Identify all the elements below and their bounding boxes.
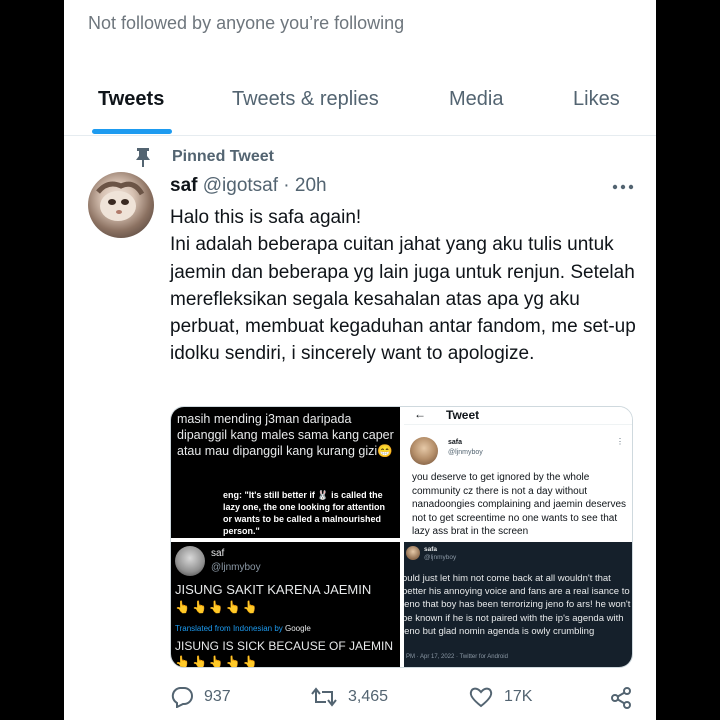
retweet-icon	[311, 687, 337, 707]
image-translated-text: JISUNG IS SICK BECAUSE OF JAEMIN	[175, 639, 394, 653]
retweet-count: 3,465	[348, 688, 389, 705]
pinned-label: Pinned Tweet	[172, 148, 274, 165]
image-author-handle: @ljnmyboy	[211, 562, 261, 573]
translation-note: Translated from Indonesian by Google	[175, 624, 311, 633]
image-author-name: safa	[448, 439, 463, 446]
avatar[interactable]	[88, 172, 154, 238]
pinned-indicator: Pinned Tweet	[134, 146, 274, 168]
more-icon: ⋮	[616, 437, 624, 446]
image-translation: eng: "It's still better if 🐰 is called t…	[223, 490, 386, 536]
reply-button[interactable]: 937	[170, 686, 231, 708]
profile-screen: Not followed by anyone you’re following …	[64, 0, 656, 720]
pointing-emoji-row: 👆👆👆👆👆	[175, 600, 260, 614]
avatar	[410, 437, 438, 465]
media-image-4[interactable]: safa @ljnmyboy ould just let him not com…	[404, 542, 632, 667]
image-header: ← Tweet	[404, 407, 632, 425]
tweet-text: Halo this is safa again! Ini adalah bebe…	[170, 204, 640, 368]
avatar-image	[96, 181, 145, 221]
profile-tabs: Tweets Tweets & replies Media Likes	[64, 84, 656, 136]
tab-tweets[interactable]: Tweets	[98, 88, 164, 111]
tab-media[interactable]: Media	[449, 88, 503, 111]
retweet-button[interactable]: 3,465	[310, 686, 388, 708]
tweet-text-line: Ini adalah beberapa cuitan jahat yang ak…	[170, 234, 636, 365]
tab-tweets-replies[interactable]: Tweets & replies	[232, 88, 379, 111]
image-author-name: safa	[424, 546, 438, 553]
share-button[interactable]	[609, 686, 643, 710]
tab-likes[interactable]: Likes	[573, 88, 620, 111]
image-author-name: saf	[211, 548, 225, 559]
pointing-emoji-row: 👆👆👆👆👆	[175, 655, 260, 668]
share-icon	[611, 687, 631, 709]
translation-provider: Google	[284, 624, 311, 633]
tweet-actions: 937 3,465 17K	[64, 686, 656, 712]
back-arrow-icon: ←	[414, 407, 426, 421]
avatar	[406, 546, 420, 560]
image-text: JISUNG SAKIT KARENA JAEMIN	[175, 582, 372, 597]
media-image-1[interactable]: masih mending j3man daripada dipanggil k…	[171, 407, 400, 538]
media-image-3[interactable]: saf @ljnmyboy JISUNG SAKIT KARENA JAEMIN…	[171, 542, 400, 668]
media-image-2[interactable]: ← Tweet safa @ljnmyboy ⋮ you deserve to …	[404, 407, 632, 538]
image-timestamp: PM · Apr 17, 2022 · Twitter for Android	[406, 654, 508, 660]
tweet-header: saf @igotsaf · 20h	[170, 175, 327, 197]
header-separator: ·	[278, 175, 295, 196]
avatar	[175, 546, 205, 576]
active-tab-indicator	[92, 129, 172, 134]
author-name[interactable]: saf	[170, 175, 197, 196]
pin-icon	[136, 148, 150, 167]
like-button[interactable]: 17K	[468, 686, 532, 708]
reply-count: 937	[204, 688, 231, 705]
translation-prefix: Translated from Indonesian by	[175, 624, 285, 633]
heart-icon	[469, 687, 493, 708]
image-text: ould just let him not come back at all w…	[404, 573, 631, 637]
reply-icon	[171, 687, 193, 708]
tweet-time[interactable]: 20h	[295, 175, 327, 196]
image-author-handle: @ljnmyboy	[424, 554, 457, 561]
image-text: masih mending j3man daripada dipanggil k…	[177, 412, 394, 458]
followers-note: Not followed by anyone you’re following	[88, 13, 405, 33]
image-title: Tweet	[446, 408, 480, 422]
image-text: you deserve to get ignored by the whole …	[412, 472, 627, 537]
tweet-media-grid: masih mending j3man daripada dipanggil k…	[170, 406, 633, 668]
image-author-handle: @ljnmyboy	[448, 449, 483, 456]
tweet-text-line: Halo this is safa again!	[170, 207, 362, 228]
like-count: 17K	[504, 688, 533, 705]
more-options-icon[interactable]	[612, 184, 634, 190]
author-handle[interactable]: @igotsaf	[203, 175, 278, 196]
